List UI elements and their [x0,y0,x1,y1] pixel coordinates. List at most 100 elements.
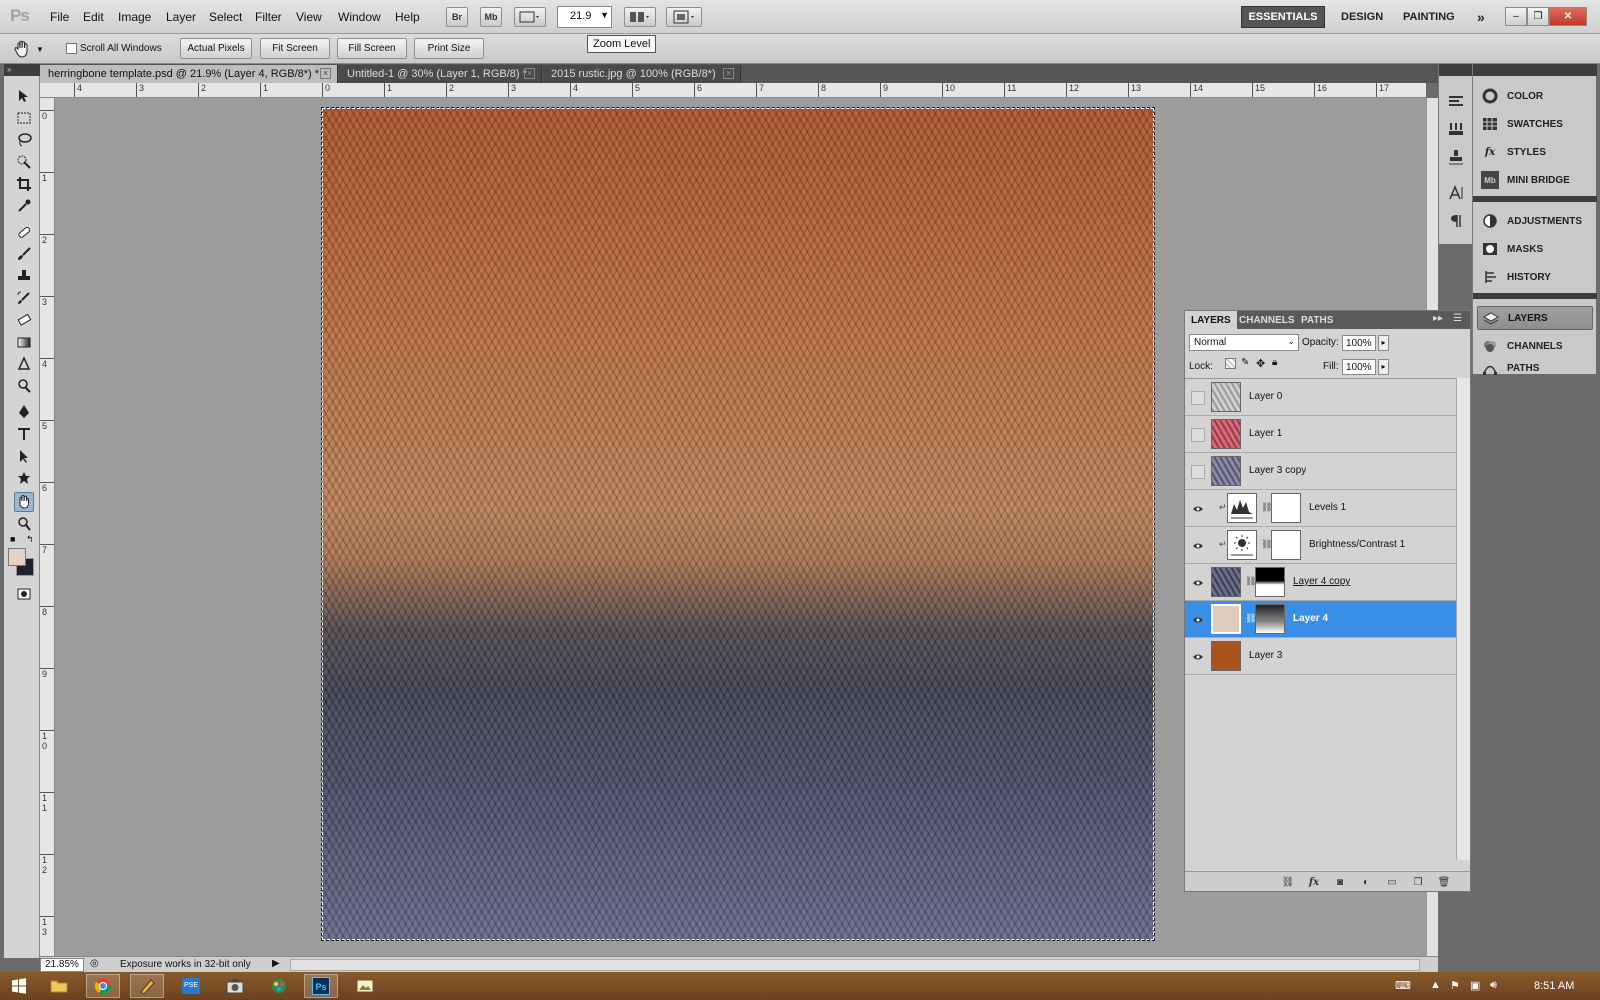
type-tool[interactable] [14,424,34,444]
close-tab-icon[interactable]: × [524,68,535,79]
layer-row-levels-1[interactable]: ↵ ⛓︎ Levels 1 [1185,490,1456,527]
layer-mask-thumbnail[interactable] [1271,530,1301,560]
dock-channels[interactable]: CHANNELS [1477,334,1593,358]
fill-slider-arrow-icon[interactable]: ▸ [1378,359,1389,375]
link-layers-icon[interactable]: ⛓︎ [1281,875,1295,889]
status-info-icon[interactable]: ◎ [90,958,99,969]
visibility-toggle[interactable] [1191,391,1205,405]
menu-help[interactable]: Help [395,10,420,24]
doc-tab-untitled[interactable]: Untitled-1 @ 30% (Layer 1, RGB/8) * × [339,65,542,83]
blend-mode-select[interactable]: Normal ⌄ [1189,334,1299,351]
link-icon[interactable]: ⛓︎ [1261,539,1272,551]
taskbar-clock[interactable]: 8:51 AM [1534,980,1574,992]
menu-layer[interactable]: Layer [166,10,196,24]
layer-row-layer-1[interactable]: Layer 1 [1185,416,1456,453]
lock-position-icon[interactable]: ✥ [1256,357,1265,370]
taskbar-image-viewer[interactable] [348,974,382,998]
dock-swatches[interactable]: SWATCHES [1477,112,1593,136]
gradient-tool[interactable] [14,332,34,352]
taskbar-chrome[interactable] [86,974,120,998]
dodge-tool[interactable] [14,376,34,396]
taskbar-photoshop-elements[interactable]: PSE [174,974,208,998]
new-layer-icon[interactable]: ❐ [1411,875,1425,889]
character-icon[interactable] [1447,184,1465,202]
layer-row-layer-4[interactable]: ⛓︎ Layer 4 [1185,601,1456,638]
clone-stamp-tool[interactable] [14,266,34,286]
keyboard-icon[interactable]: ⌨ [1395,979,1411,992]
mini-bridge-button[interactable]: Mb [480,7,502,27]
actual-pixels-button[interactable]: Actual Pixels [180,38,252,59]
layer-name[interactable]: Layer 3 [1249,650,1282,661]
start-button[interactable] [2,974,36,998]
layer-mask-thumbnail[interactable] [1255,567,1285,597]
eraser-tool[interactable] [14,310,34,330]
network-icon[interactable]: ▣ [1470,979,1480,992]
layer-name[interactable]: Layer 1 [1249,428,1282,439]
new-adjustment-icon[interactable]: ◐ [1359,875,1373,889]
tab-paths[interactable]: PATHS [1295,311,1339,329]
zoom-level-input[interactable]: 21.9 ▼ [557,6,612,28]
tool-preset-picker[interactable]: ▼ [12,39,50,59]
fill-screen-button[interactable]: Fill Screen [337,38,407,59]
brush-presets-icon[interactable] [1447,120,1465,138]
horizontal-scrollbar[interactable] [290,959,1420,971]
marquee-tool[interactable] [14,108,34,128]
layer-name[interactable]: Layer 3 copy [1249,465,1306,476]
quick-mask-tool[interactable] [14,584,34,604]
quick-selection-tool[interactable] [14,152,34,172]
show-hidden-icons-icon[interactable]: ▲ [1430,979,1441,991]
lock-all-icon[interactable]: 🔒︎ [1272,357,1277,368]
default-colors-icon[interactable]: ■ [10,534,15,544]
move-tool[interactable] [14,86,34,106]
blur-tool[interactable] [14,354,34,374]
menu-view[interactable]: View [296,10,322,24]
lock-transparent-icon[interactable] [1225,358,1236,369]
layer-name[interactable]: Layer 0 [1249,391,1282,402]
hand-tool[interactable] [14,492,34,512]
layer-style-icon[interactable]: fx [1307,875,1321,889]
screen-mode-button[interactable] [666,7,702,27]
fill-input[interactable]: 100% [1342,359,1376,375]
doc-tab-rustic[interactable]: 2015 rustic.jpg @ 100% (RGB/8*) × [543,65,741,83]
visibility-toggle[interactable] [1191,465,1205,479]
arrange-documents-button[interactable] [624,7,656,27]
workspace-design[interactable]: DESIGN [1335,6,1389,28]
status-menu-arrow-icon[interactable]: ▶ [272,958,280,969]
menu-window[interactable]: Window [338,10,381,24]
link-icon[interactable]: ⛓︎ [1261,502,1272,514]
layer-row-brightness-contrast-1[interactable]: ↵ ⛓︎ Brightness/Contrast 1 [1185,527,1456,564]
taskbar-photoshop[interactable]: Ps [304,974,338,998]
tool-presets-icon[interactable] [1447,92,1465,110]
new-group-icon[interactable]: ▭ [1385,875,1399,889]
visibility-toggle[interactable] [1191,428,1205,442]
dock-styles[interactable]: fx STYLES [1477,140,1593,164]
add-mask-icon[interactable]: ◙ [1333,875,1347,889]
print-size-button[interactable]: Print Size [414,38,484,59]
eyedropper-tool[interactable] [14,196,34,216]
eye-icon[interactable] [1191,613,1205,627]
custom-shape-tool[interactable] [14,468,34,488]
dock-masks[interactable]: MASKS [1477,237,1593,261]
dock-adjustments[interactable]: ADJUSTMENTS [1477,209,1593,233]
tab-layers[interactable]: LAYERS [1185,311,1237,329]
minimize-icon[interactable]: – [1505,7,1527,26]
layer-mask-thumbnail[interactable] [1255,604,1285,634]
horizontal-ruler[interactable]: 4 3 2 1 0 1 2 3 4 5 6 7 8 9 10 11 12 13 … [40,83,1426,98]
foreground-color-swatch[interactable] [8,548,26,566]
tools-panel-header[interactable]: » [4,64,40,76]
eye-icon[interactable] [1191,576,1205,590]
menu-select[interactable]: Select [209,10,242,24]
pen-tool[interactable] [14,402,34,422]
action-center-icon[interactable]: ⚑ [1450,979,1460,992]
clone-source-icon[interactable] [1447,148,1465,166]
panel-menu-icon[interactable]: ☰ [1453,313,1462,324]
taskbar-camera-app[interactable] [218,974,252,998]
doc-tab-herringbone[interactable]: herringbone template.psd @ 21.9% (Layer … [40,65,338,83]
layers-scrollbar[interactable] [1456,378,1470,860]
layer-name[interactable]: Levels 1 [1309,502,1346,513]
close-tab-icon[interactable]: × [320,68,331,79]
scroll-all-windows-option[interactable]: Scroll All Windows [66,43,162,54]
layer-name[interactable]: Layer 4 [1293,613,1328,624]
link-icon[interactable]: ⛓︎ [1245,613,1256,625]
workspace-painting[interactable]: PAINTING [1397,6,1461,28]
